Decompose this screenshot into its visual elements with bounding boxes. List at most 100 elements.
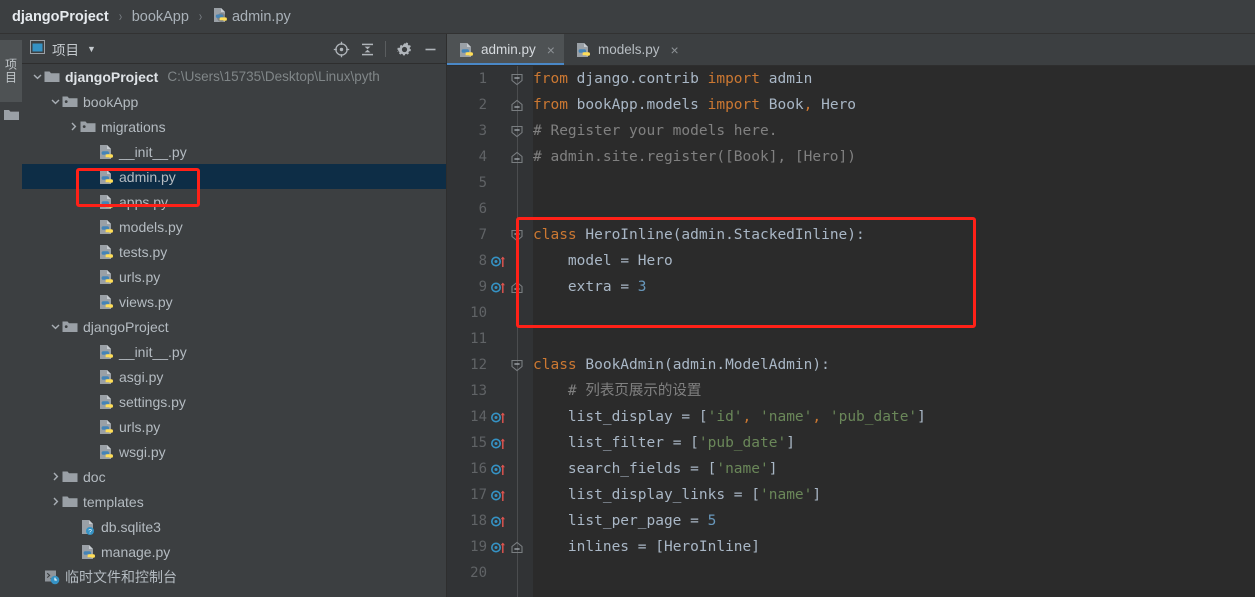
chevron-down-icon[interactable]: ▼ [87, 44, 96, 54]
close-icon[interactable]: × [671, 42, 679, 58]
code-line[interactable]: 13 # 列表页展示的设置 [447, 378, 1255, 404]
tree-row[interactable]: __init__.py [22, 339, 446, 364]
code-line[interactable]: 11 [447, 326, 1255, 352]
overridden-member-icon[interactable] [491, 404, 508, 430]
python-file-icon [98, 169, 114, 185]
line-number: 7 [478, 227, 487, 243]
chevron-down-icon[interactable] [48, 89, 62, 114]
fold-region-start-icon[interactable] [511, 352, 523, 378]
code-line[interactable]: 3 # Register your models here. [447, 118, 1255, 144]
overridden-member-icon[interactable] [491, 534, 508, 560]
code-line[interactable]: 6 [447, 196, 1255, 222]
tree-item-label: asgi.py [119, 368, 164, 385]
overridden-member-icon[interactable] [491, 430, 508, 456]
breadcrumb-separator: › [198, 8, 203, 25]
code-line[interactable]: 15 list_filter = ['pub_date'] [447, 430, 1255, 456]
select-opened-file-icon[interactable] [329, 37, 353, 61]
fold-region-start-icon[interactable] [511, 118, 523, 144]
tree-row[interactable]: 临时文件和控制台 [22, 564, 446, 589]
tree-row[interactable]: manage.py [22, 539, 446, 564]
code-line[interactable]: 19 inlines = [HeroInline] [447, 534, 1255, 560]
code-line[interactable]: 16 search_fields = ['name'] [447, 456, 1255, 482]
python-file-icon [575, 42, 591, 58]
code-line[interactable]: 14 list_display = ['id', 'name', 'pub_da… [447, 404, 1255, 430]
close-icon[interactable]: × [547, 42, 555, 58]
code-line[interactable]: 8 model = Hero [447, 248, 1255, 274]
tree-item-label: migrations [101, 118, 166, 135]
overridden-member-icon[interactable] [491, 248, 508, 274]
line-number: 12 [470, 357, 487, 373]
tree-row[interactable]: doc [22, 464, 446, 489]
tree-row[interactable]: asgi.py [22, 364, 446, 389]
breadcrumb-item-project[interactable]: djangoProject [12, 9, 109, 25]
fold-region-end-icon[interactable] [511, 144, 523, 170]
code-editor[interactable]: 1 from django.contrib import admin 2 from b… [447, 66, 1255, 597]
fold-region-start-icon[interactable] [511, 66, 523, 92]
tree-row[interactable]: settings.py [22, 389, 446, 414]
tree-row[interactable]: djangoProject [22, 314, 446, 339]
tree-row[interactable]: views.py [22, 289, 446, 314]
code-text: class HeroInline(admin.StackedInline): [533, 227, 865, 243]
tree-row[interactable]: __init__.py [22, 139, 446, 164]
chevron-right-icon[interactable] [48, 464, 62, 489]
code-line[interactable]: 9 extra = 3 [447, 274, 1255, 300]
code-line[interactable]: 7 class HeroInline(admin.StackedInline): [447, 222, 1255, 248]
code-line[interactable]: 1 from django.contrib import admin [447, 66, 1255, 92]
breadcrumb-item-app[interactable]: bookApp [132, 9, 189, 25]
module-folder-icon [62, 94, 78, 110]
fold-region-end-icon[interactable] [511, 274, 523, 300]
tree-row[interactable]: admin.py [22, 164, 446, 189]
tree-row[interactable]: migrations [22, 114, 446, 139]
breadcrumb-item-file[interactable]: admin.py [232, 9, 291, 25]
overridden-member-icon[interactable] [491, 482, 508, 508]
project-window-icon [30, 40, 45, 57]
code-line[interactable]: 10 [447, 300, 1255, 326]
code-line[interactable]: 18 list_per_page = 5 [447, 508, 1255, 534]
python-file-icon [98, 344, 114, 360]
editor-tab-models-py[interactable]: models.py × [564, 34, 688, 65]
code-line[interactable]: 12 class BookAdmin(admin.ModelAdmin): [447, 352, 1255, 378]
tree-row[interactable]: bookApp [22, 89, 446, 114]
code-line[interactable]: 5 [447, 170, 1255, 196]
tool-window-tab-project[interactable]: 项目 [0, 40, 22, 102]
fold-region-end-icon[interactable] [511, 92, 523, 118]
tree-row[interactable]: djangoProject C:\Users\15735\Desktop\Linu… [22, 64, 446, 89]
tree-row[interactable]: models.py [22, 214, 446, 239]
line-number: 15 [470, 435, 487, 451]
tree-row[interactable]: urls.py [22, 264, 446, 289]
tree-item-label: templates [83, 493, 144, 510]
overridden-member-icon[interactable] [491, 274, 508, 300]
chevron-right-icon[interactable] [66, 114, 80, 139]
breadcrumb-separator: › [118, 8, 122, 25]
tree-row[interactable]: tests.py [22, 239, 446, 264]
code-line[interactable]: 17 list_display_links = ['name'] [447, 482, 1255, 508]
code-content[interactable]: 1 from django.contrib import admin 2 from b… [447, 66, 1255, 586]
project-file-tree[interactable]: djangoProject C:\Users\15735\Desktop\Linu… [22, 64, 446, 597]
hide-panel-icon[interactable] [418, 37, 442, 61]
code-text: # admin.site.register([Book], [Hero]) [533, 149, 857, 165]
unknown-file-icon: ? [80, 519, 96, 535]
code-line[interactable]: 2 from bookApp.models import Book, Hero [447, 92, 1255, 118]
tree-row[interactable]: templates [22, 489, 446, 514]
collapse-all-icon[interactable] [355, 37, 379, 61]
chevron-down-icon[interactable] [48, 314, 62, 339]
code-line[interactable]: 4 # admin.site.register([Book], [Hero]) [447, 144, 1255, 170]
tree-row[interactable]: apps.py [22, 189, 446, 214]
overridden-member-icon[interactable] [491, 456, 508, 482]
chevron-right-icon[interactable] [48, 489, 62, 514]
tool-window-tab-label: 项目 [3, 58, 18, 84]
tree-row[interactable]: wsgi.py [22, 439, 446, 464]
code-line[interactable]: 20 [447, 560, 1255, 586]
overridden-member-icon[interactable] [491, 508, 508, 534]
project-root-path: C:\Users\15735\Desktop\Linux\pyth [167, 69, 380, 84]
editor-tab-admin-py[interactable]: admin.py × [447, 34, 564, 65]
settings-gear-icon[interactable] [392, 37, 416, 61]
folder-icon[interactable] [4, 108, 19, 124]
chevron-down-icon[interactable] [30, 64, 44, 89]
fold-region-end-icon[interactable] [511, 534, 523, 560]
fold-region-start-icon[interactable] [511, 222, 523, 248]
python-file-icon [98, 244, 114, 260]
tree-row[interactable]: ? db.sqlite3 [22, 514, 446, 539]
tree-row[interactable]: urls.py [22, 414, 446, 439]
editor-tab-bar[interactable]: admin.py × models.py × [447, 34, 1255, 66]
